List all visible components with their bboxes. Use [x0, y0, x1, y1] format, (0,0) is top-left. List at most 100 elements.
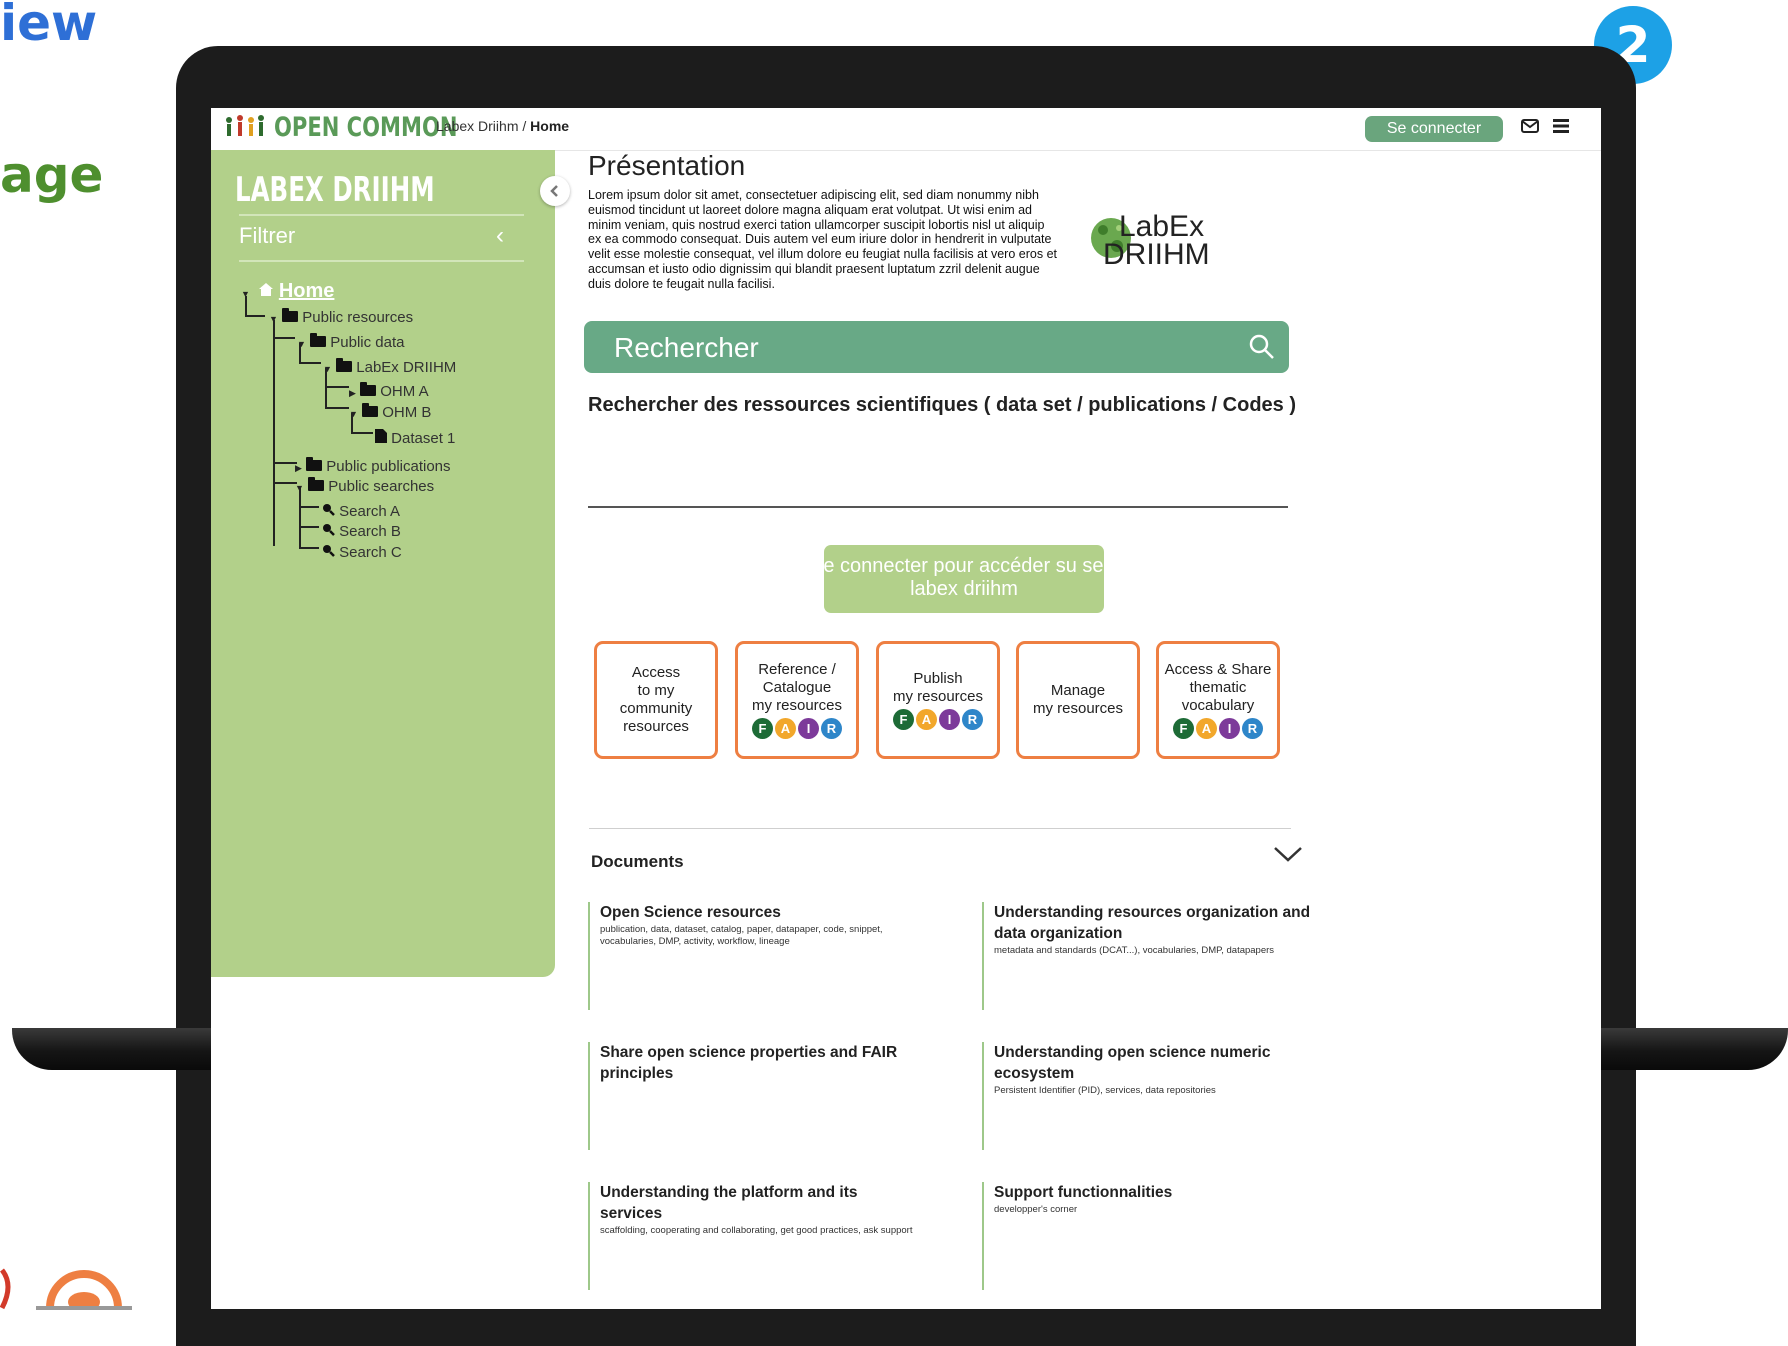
divider — [239, 214, 524, 216]
tree-node-home[interactable]: ▼ Home — [241, 280, 334, 303]
fair-a-icon: A — [775, 718, 796, 739]
tree-node-public-searches[interactable]: ▼ Public searches — [295, 477, 434, 495]
document-title[interactable]: Open Science resources — [600, 902, 918, 923]
search-icon — [323, 545, 335, 557]
caret-right-icon[interactable]: ▶ — [295, 463, 302, 473]
document-title[interactable]: Understanding open science numeric ecosy… — [994, 1042, 1312, 1084]
search-icon — [323, 524, 335, 536]
tree-label[interactable]: OHM B — [382, 404, 431, 421]
tree-line — [245, 315, 265, 317]
document-subtitle: publication, data, dataset, catalog, pap… — [600, 924, 883, 947]
tree-line — [325, 407, 349, 409]
document-subtitle: Persistent Identifier (PID), services, d… — [994, 1085, 1216, 1096]
tree-line — [299, 547, 319, 549]
fair-f-icon: F — [893, 709, 914, 730]
fair-i-icon: I — [939, 709, 960, 730]
chevron-down-icon[interactable] — [1273, 844, 1303, 864]
document-title[interactable]: Understanding resources organization and… — [994, 902, 1312, 944]
sidebar: LABEX DRIIHM Filtrer ‹ ▼ Home ▼ Public r… — [211, 150, 570, 977]
home-icon — [259, 283, 274, 296]
folder-icon — [306, 457, 323, 471]
breadcrumb-current: Home — [530, 118, 570, 134]
tree-label[interactable]: Search A — [339, 503, 400, 520]
document-subtitle: metadata and standards (DCAT...), vocabu… — [994, 945, 1275, 956]
search-bar[interactable] — [584, 321, 1289, 373]
tree-label[interactable]: Search C — [339, 544, 402, 561]
card-label: Access to my community resources — [619, 664, 693, 735]
document-item[interactable]: Understanding resources organization and… — [982, 902, 1312, 1010]
filter-label[interactable]: Filtrer — [239, 223, 295, 249]
tree-node-public-resources[interactable]: ▼ Public resources — [269, 308, 413, 326]
tree-label[interactable]: Public resources — [302, 309, 413, 326]
fair-a-icon: A — [916, 709, 937, 730]
mail-icon[interactable] — [1521, 119, 1539, 133]
search-input[interactable] — [612, 329, 1176, 367]
caret-down-icon[interactable]: ▼ — [241, 289, 250, 299]
card-access-community[interactable]: Access to my community resources — [594, 641, 718, 759]
tree-line — [273, 482, 297, 484]
login-button[interactable]: Se connecter — [1365, 116, 1503, 142]
tree-line — [299, 506, 319, 508]
app-name[interactable]: OPEN COMMON — [274, 112, 457, 143]
tree-label[interactable]: Public data — [330, 334, 404, 351]
connect-service-line1: Se connecter pour accéder su service d — [824, 555, 1104, 577]
card-label: Access & Share thematic vocabulary — [1164, 661, 1272, 714]
card-manage[interactable]: Manage my resources — [1016, 641, 1140, 759]
tree-label[interactable]: Search B — [339, 523, 401, 540]
document-item[interactable]: Support functionnalities developper's co… — [982, 1182, 1312, 1290]
tree-label[interactable]: LabEx DRIIHM — [356, 359, 456, 376]
tree-label[interactable]: Dataset 1 — [391, 430, 455, 447]
fair-a-icon: A — [1196, 718, 1217, 739]
search-icon[interactable] — [1248, 333, 1276, 361]
tree-node-search-b[interactable]: Search B — [321, 522, 401, 540]
labex-driihm-logo: LabEx DRIIHM — [1091, 210, 1209, 268]
document-title[interactable]: Share open science properties and FAIR p… — [600, 1042, 918, 1084]
tree-node-dataset-1[interactable]: Dataset 1 — [375, 429, 455, 447]
document-title[interactable]: Understanding the platform and its servi… — [600, 1182, 918, 1224]
tree-node-ohm-b[interactable]: ▼ OHM B — [349, 403, 431, 421]
tree-label[interactable]: Public searches — [328, 478, 434, 495]
card-label: Manage my resources — [1032, 682, 1124, 717]
tree-node-search-a[interactable]: Search A — [321, 502, 400, 520]
card-label: Reference / Catalogue my resources — [751, 661, 843, 714]
card-reference-catalogue[interactable]: Reference / Catalogue my resources F A I… — [735, 641, 859, 759]
folder-icon — [362, 403, 379, 417]
connect-service-button[interactable]: Se connecter pour accéder su service d l… — [824, 545, 1104, 613]
caret-down-icon[interactable]: ▼ — [295, 483, 304, 493]
folder-icon — [308, 477, 325, 491]
document-item[interactable]: Understanding open science numeric ecosy… — [982, 1042, 1312, 1150]
app-logo-icon — [223, 114, 267, 146]
tree-line — [325, 386, 349, 388]
tree-node-search-c[interactable]: Search C — [321, 543, 402, 561]
tree-line — [273, 462, 297, 464]
divider — [239, 260, 524, 262]
caret-down-icon[interactable]: ▼ — [297, 339, 306, 349]
tree-node-public-data[interactable]: ▼ Public data — [297, 333, 404, 351]
folder-icon — [360, 382, 377, 396]
fair-r-icon: R — [1242, 718, 1263, 739]
tree-node-labex-driihm[interactable]: ▼ LabEx DRIIHM — [323, 358, 456, 376]
document-item[interactable]: Open Science resources publication, data… — [588, 902, 918, 1010]
breadcrumb-parent[interactable]: Labex Driihm — [436, 118, 518, 134]
collapse-sidebar-button[interactable] — [540, 176, 570, 206]
document-item[interactable]: Share open science properties and FAIR p… — [588, 1042, 918, 1150]
document-title[interactable]: Support functionnalities — [994, 1182, 1312, 1203]
caret-down-icon[interactable]: ▼ — [323, 364, 332, 374]
chevron-left-icon — [550, 185, 558, 197]
tree-node-ohm-a[interactable]: ▶ OHM A — [349, 382, 429, 400]
card-vocabulary[interactable]: Access & Share thematic vocabulary F A I… — [1156, 641, 1280, 759]
tree-node-public-publications[interactable]: ▶ Public publications — [295, 457, 451, 475]
file-icon — [375, 429, 387, 443]
document-item[interactable]: Understanding the platform and its servi… — [588, 1182, 918, 1290]
caret-right-icon[interactable]: ▶ — [349, 388, 356, 398]
caret-down-icon[interactable]: ▼ — [349, 409, 358, 419]
caret-down-icon[interactable]: ▼ — [269, 314, 278, 324]
tree-line — [273, 320, 275, 546]
card-publish[interactable]: Publish my resources F A I R — [876, 641, 1000, 759]
tree-label[interactable]: Home — [279, 280, 335, 302]
chevron-left-icon[interactable]: ‹ — [496, 222, 504, 250]
tree-label[interactable]: Public publications — [326, 458, 450, 475]
menu-icon[interactable] — [1553, 119, 1569, 133]
tree-label[interactable]: OHM A — [380, 383, 428, 400]
divider — [589, 828, 1291, 829]
